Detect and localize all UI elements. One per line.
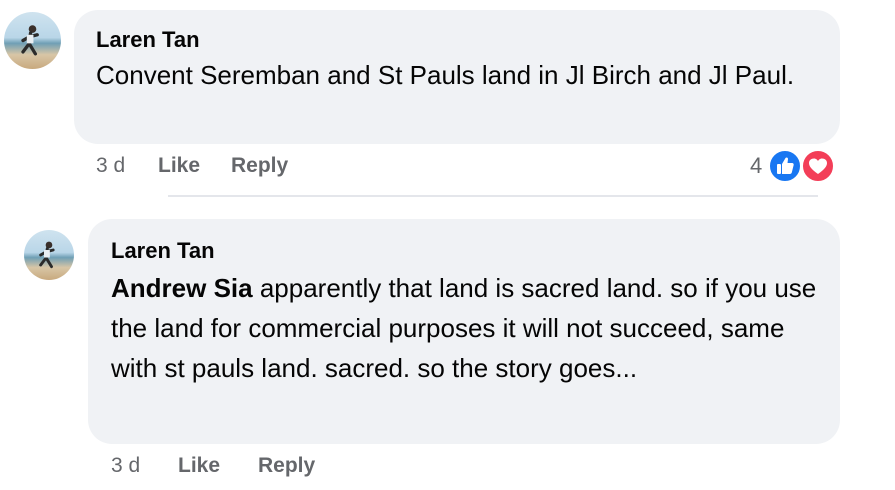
thread-divider xyxy=(168,195,818,197)
comment-author[interactable]: Laren Tan xyxy=(111,238,215,264)
reply-link[interactable]: Reply xyxy=(258,454,315,478)
runner-photo-icon xyxy=(21,25,39,56)
avatar[interactable] xyxy=(24,230,74,280)
mention-link[interactable]: Andrew Sia xyxy=(111,273,253,303)
like-reaction-icon[interactable] xyxy=(767,148,803,184)
comment-text: Convent Seremban and St Pauls land in Jl… xyxy=(96,60,795,90)
thumbs-up-icon xyxy=(777,157,794,174)
comment-timestamp[interactable]: 3 d xyxy=(96,154,125,178)
heart-icon xyxy=(809,158,827,174)
avatar[interactable] xyxy=(4,12,61,69)
like-link[interactable]: Like xyxy=(158,154,200,178)
reply-link[interactable]: Reply xyxy=(231,154,288,178)
like-link[interactable]: Like xyxy=(178,454,220,478)
comment-text: Andrew Sia apparently that land is sacre… xyxy=(111,268,821,388)
runner-photo-icon xyxy=(39,241,55,269)
reaction-count[interactable]: 4 xyxy=(750,153,762,179)
love-reaction-icon[interactable] xyxy=(800,148,836,184)
comment-timestamp[interactable]: 3 d xyxy=(111,454,140,478)
comment-author[interactable]: Laren Tan xyxy=(96,27,200,53)
